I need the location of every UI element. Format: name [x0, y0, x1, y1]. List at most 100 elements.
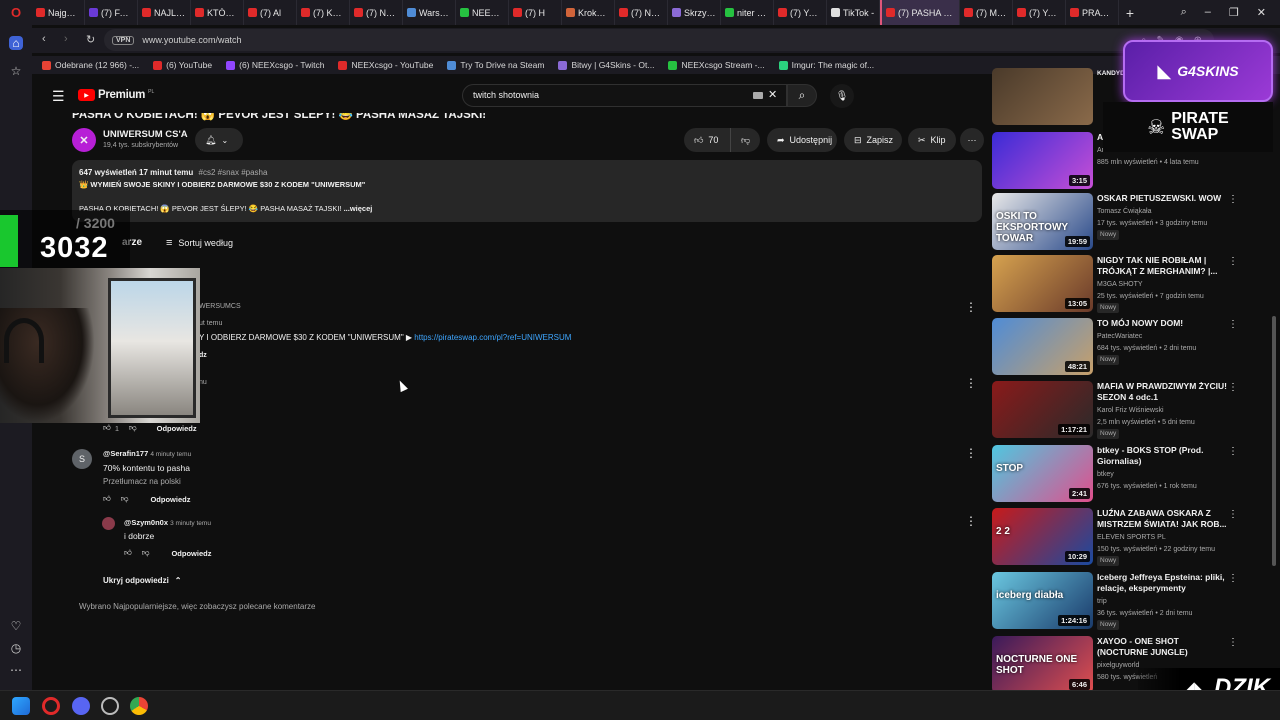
forward-icon[interactable]: › — [64, 33, 68, 45]
vpn-badge[interactable]: VPN — [112, 35, 135, 45]
home-icon[interactable]: ⌂ — [9, 36, 23, 50]
reply-author[interactable]: @Serafin177 — [103, 449, 148, 458]
video-title[interactable]: MAFIA W PRAWDZIWYM ŻYCIU! SEZON 4 odc.1 — [1097, 381, 1227, 403]
video-channel[interactable]: pixelguyworld — [1097, 660, 1139, 671]
discord-taskbar-icon[interactable] — [72, 697, 90, 715]
video-channel[interactable]: M3GA SHOTY — [1097, 279, 1143, 290]
second-comment-menu-icon[interactable]: ⋮ — [965, 376, 977, 390]
video-channel[interactable]: Karol Friz Wiśniewski — [1097, 405, 1164, 416]
heart-icon[interactable]: ♡ — [9, 619, 23, 633]
video-menu-icon[interactable]: ⋮ — [1228, 638, 1238, 648]
youtube-premium-logo[interactable]: ▶ Premium PL — [78, 89, 154, 101]
translate-link[interactable]: Przetłumacz na polski — [103, 477, 181, 486]
search-button[interactable]: ⌕ — [787, 84, 817, 107]
browser-tab[interactable]: Krokody — [562, 0, 615, 25]
reply-avatar[interactable] — [102, 517, 115, 530]
browser-tab[interactable]: (7) H — [509, 0, 562, 25]
like-reply-icon[interactable]: 👍︎ — [103, 494, 111, 504]
video-title[interactable]: LUŹNA ZABAWA OSKARA Z MISTRZEM ŚWIATA! J… — [1097, 508, 1227, 530]
browser-tab[interactable]: KTÓRA Z — [191, 0, 244, 25]
bookmark-item[interactable]: Try To Drive na Steam — [447, 60, 544, 70]
dislike-reply-icon[interactable]: 👎︎ — [121, 494, 129, 504]
reload-icon[interactable]: ↻ — [86, 33, 95, 46]
video-channel[interactable]: Tomasz Ćwiąkała — [1097, 206, 1151, 217]
share-button[interactable]: ➦ Udostępnij — [767, 128, 837, 152]
recommended-video[interactable]: iceberg diabła 1:24:16 Iceberg Jeffreya Ep… — [992, 572, 1242, 630]
browser-tab[interactable]: (7) NEEX — [615, 0, 668, 25]
notification-bell-button[interactable]: 🔔︎ ⌄ — [195, 128, 243, 152]
search-input[interactable]: twitch shotownia — [473, 90, 539, 100]
windows-start-icon[interactable] — [12, 697, 30, 715]
bookmark-item[interactable]: Bitwy | G4Skins - Ot... — [558, 60, 654, 70]
bookmark-item[interactable]: NEEXcsgo Stream -... — [668, 60, 765, 70]
video-channel[interactable]: btkey — [1097, 469, 1114, 480]
browser-tab[interactable]: (7) NEEX — [350, 0, 403, 25]
keyboard-icon[interactable] — [753, 92, 763, 99]
recommended-video[interactable]: STOP 2:41 btkey - BOKS STOP (Prod. Giornal… — [992, 445, 1242, 503]
video-menu-icon[interactable]: ⋮ — [1228, 510, 1238, 520]
browser-tab[interactable]: Skrzynki — [668, 0, 721, 25]
bookmark-item[interactable]: Odebrane (12 966) -... — [42, 60, 139, 70]
video-menu-icon[interactable]: ⋮ — [1228, 257, 1238, 267]
video-title[interactable]: XAYOO - ONE SHOT (NOCTURNE JUNGLE) — [1097, 636, 1227, 658]
video-menu-icon[interactable]: ⋮ — [1228, 447, 1238, 457]
browser-tab[interactable]: (7) FAME — [85, 0, 138, 25]
video-title[interactable]: btkey - BOKS STOP (Prod. Giornalias) — [1097, 445, 1227, 467]
back-icon[interactable]: ‹ — [42, 33, 46, 45]
opera-menu-icon[interactable]: O — [0, 0, 32, 25]
more-actions-button[interactable]: ⋯ — [960, 128, 984, 152]
video-menu-icon[interactable]: ⋮ — [1228, 195, 1238, 205]
new-tab-button[interactable]: + — [1119, 5, 1141, 21]
recommended-video[interactable]: 48:21 TO MÓJ NOWY DOM! PatecWariatec 684 ty… — [992, 318, 1242, 376]
search-box[interactable]: twitch shotownia ✕ — [462, 84, 787, 107]
show-more-link[interactable]: ...więcej — [344, 204, 373, 213]
video-thumbnail[interactable]: OSKI TO EKSPORTOWY TOWAR 19:59 — [992, 193, 1093, 250]
video-title[interactable]: Iceberg Jeffreya Epsteina: pliki, relacj… — [1097, 572, 1227, 594]
video-channel[interactable]: trip — [1097, 596, 1107, 607]
browser-tab[interactable]: TikTok - — [827, 0, 880, 25]
video-menu-icon[interactable]: ⋮ — [1228, 320, 1238, 330]
video-thumbnail[interactable]: NOCTURNE ONE SHOT 6:46 — [992, 636, 1093, 693]
maximize-icon[interactable]: ❐ — [1229, 6, 1239, 19]
dislike-reply-icon[interactable]: 👎︎ — [142, 548, 150, 558]
like-button[interactable]: 👍︎ 70 — [684, 128, 730, 152]
bookmark-item[interactable]: Imgur: The magic of... — [778, 60, 874, 70]
reply-button[interactable]: Odpowiedz — [157, 424, 197, 433]
video-thumbnail[interactable]: 1:17:21 — [992, 381, 1093, 438]
video-title[interactable]: NIGDY TAK NIE ROBIŁAM | TRÓJKĄT Z MERGHA… — [1097, 255, 1227, 277]
video-thumbnail[interactable]: STOP 2:41 — [992, 445, 1093, 502]
dislike-button[interactable]: 👎︎ — [730, 128, 760, 152]
browser-tab[interactable]: Warsztat — [403, 0, 456, 25]
pinned-comment-author[interactable]: WERSUMCS — [199, 303, 241, 310]
hashtags[interactable]: #cs2 #snax #pasha — [199, 168, 268, 177]
chrome-taskbar-icon[interactable] — [130, 697, 148, 715]
video-thumbnail[interactable]: 13:05 — [992, 255, 1093, 312]
bookmark-item[interactable]: (6) YouTube — [153, 60, 212, 70]
browser-tab[interactable]: (7) Al — [244, 0, 297, 25]
recommended-video[interactable]: OSKI TO EKSPORTOWY TOWAR 19:59 OSKAR PIETU… — [992, 193, 1242, 251]
reply-button[interactable]: Odpowiedz — [171, 549, 211, 558]
sort-comments-button[interactable]: ≡ Sortuj według — [166, 237, 233, 249]
bookmark-item[interactable]: NEEXcsgo - YouTube — [338, 60, 433, 70]
like-reply-icon[interactable]: 👍︎ — [124, 548, 132, 558]
browser-tab[interactable]: PRAWIE — [1066, 0, 1119, 25]
like-comment-icon[interactable]: 👍︎ — [103, 423, 111, 433]
scrollbar-thumb[interactable] — [1272, 316, 1276, 566]
reply-button[interactable]: Odpowiedz — [150, 495, 190, 504]
video-channel[interactable]: ELEVEN SPORTS PL — [1097, 532, 1166, 543]
video-thumbnail[interactable]: 48:21 — [992, 318, 1093, 375]
description-box[interactable]: 647 wyświetleń 17 minut temu #cs2 #snax … — [72, 160, 982, 222]
clip-button[interactable]: ✂ Klip — [908, 128, 956, 152]
address-field[interactable]: VPN www.youtube.com/watch ⌕ ✎ ◉ ⊕ — [104, 29, 1214, 51]
save-button[interactable]: ⊟ Zapisz — [844, 128, 902, 152]
video-thumbnail[interactable]: iceberg diabła 1:24:16 — [992, 572, 1093, 629]
browser-tab[interactable]: (7) YouTu — [774, 0, 827, 25]
browser-tab[interactable]: niter Stre — [721, 0, 774, 25]
url-text[interactable]: www.youtube.com/watch — [142, 35, 241, 45]
voice-search-button[interactable]: 🎙 — [830, 84, 854, 108]
clear-search-icon[interactable]: ✕ — [768, 88, 777, 101]
video-menu-icon[interactable]: ⋮ — [1228, 574, 1238, 584]
reply-menu-icon[interactable]: ⋮ — [965, 446, 977, 460]
recommended-video[interactable]: 2 2 10:29 LUŹNA ZABAWA OSKARA Z MISTRZEM Ś… — [992, 508, 1242, 566]
video-title[interactable]: OSKAR PIETUSZEWSKI. WOW — [1097, 193, 1227, 204]
